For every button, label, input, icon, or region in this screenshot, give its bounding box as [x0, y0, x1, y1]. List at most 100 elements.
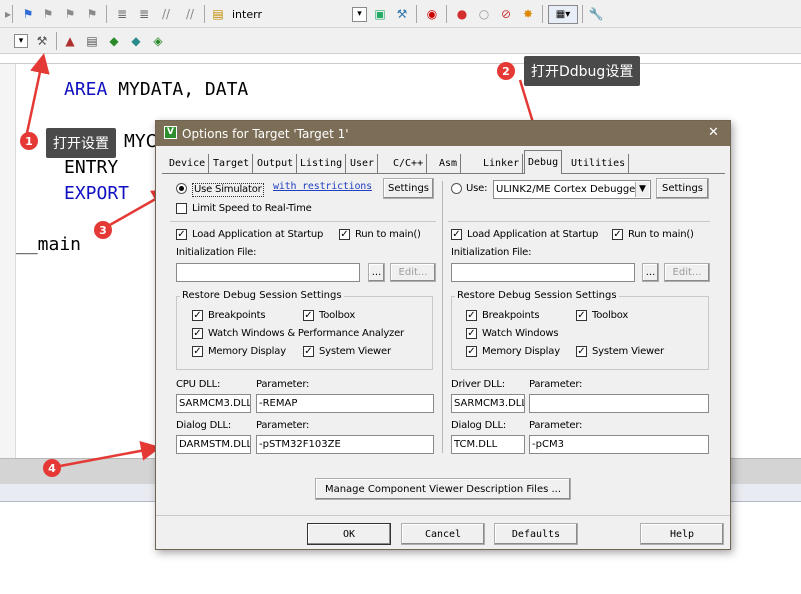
memory-display-checkbox[interactable]: ✓ [192, 346, 203, 357]
hw-dialog-parameter-label: Parameter: [529, 420, 583, 431]
dialog-parameter-input[interactable]: -pSTM32F103ZE [256, 435, 434, 454]
cpu-parameter-label: Parameter: [256, 379, 310, 390]
screenshot-root: ▸ ⚑ ⚑ ⚑ ⚑ ≣ ≣ // // ▤ interr ▾ ▣ ⚒ ◉ ● ○… [0, 0, 801, 594]
hw-init-file-browse-button[interactable]: ... [642, 263, 659, 282]
use-simulator-label[interactable]: Use Simulator [192, 183, 264, 197]
system-viewer-checkbox[interactable]: ✓ [303, 346, 314, 357]
init-file-label: Initialization File: [176, 247, 257, 258]
limit-speed-label: Limit Speed to Real-Time [192, 203, 312, 214]
driver-parameter-input[interactable] [529, 394, 709, 413]
dialog-parameter-label: Parameter: [256, 420, 310, 431]
tab-debug[interactable]: Debug [524, 150, 563, 174]
use-simulator-radio[interactable] [176, 183, 187, 194]
run-to-main-label: Run to main() [355, 229, 421, 240]
annotation-badge-3: 3 [94, 221, 112, 239]
tab-c-cpp[interactable]: C/C++ [390, 154, 428, 173]
hw-breakpoints-checkbox[interactable]: ✓ [466, 310, 477, 321]
tab-target[interactable]: Target [210, 154, 254, 173]
hw-dialog-dll-label: Dialog DLL: [451, 420, 507, 431]
left-separator [170, 221, 436, 222]
dialog-dll-input[interactable]: DARMSTM.DLL [176, 435, 251, 454]
hw-memory-display-checkbox[interactable]: ✓ [466, 346, 477, 357]
hw-run-to-main-checkbox[interactable]: ✓ [612, 229, 623, 240]
hw-restore-debug-group-title: Restore Debug Session Settings [455, 290, 619, 302]
hw-dialog-parameter-input[interactable]: -pCM3 [529, 435, 709, 454]
hw-system-viewer-label: System Viewer [592, 346, 664, 357]
column-divider [442, 181, 443, 453]
tab-asm[interactable]: Asm [436, 154, 462, 173]
hw-memory-display-label: Memory Display [482, 346, 560, 357]
debugger-settings-button[interactable]: Settings [656, 178, 709, 199]
dialog-dll-label: Dialog DLL: [176, 420, 232, 431]
cancel-button[interactable]: Cancel [401, 523, 485, 545]
cpu-parameter-input[interactable]: -REMAP [256, 394, 434, 413]
button-bar-separator [156, 515, 730, 516]
breakpoints-label: Breakpoints [208, 310, 266, 321]
watch-windows-label: Watch Windows & Performance Analyzer [208, 328, 404, 339]
annotation-badge-1: 1 [20, 132, 38, 150]
init-file-input[interactable] [176, 263, 360, 282]
close-icon[interactable]: ✕ [708, 125, 719, 140]
chevron-down-icon[interactable]: ▼ [635, 182, 649, 197]
dialog-title-bar[interactable]: V Options for Target 'Target 1' ✕ [156, 121, 730, 146]
annotation-callout-1: 打开设置 [46, 128, 116, 158]
hw-toolbox-checkbox[interactable]: ✓ [576, 310, 587, 321]
driver-dll-input[interactable]: SARMCM3.DLL [451, 394, 525, 413]
hw-system-viewer-checkbox[interactable]: ✓ [576, 346, 587, 357]
tab-user[interactable]: User [347, 154, 379, 173]
hw-watch-windows-label: Watch Windows [482, 328, 559, 339]
restore-debug-group-title: Restore Debug Session Settings [180, 290, 344, 302]
debugger-select-value: ULINK2/ME Cortex Debugger [496, 184, 640, 195]
tab-listing[interactable]: Listing [297, 154, 347, 173]
options-dialog: V Options for Target 'Target 1' ✕ Device… [155, 120, 731, 550]
tab-linker[interactable]: Linker [480, 154, 524, 173]
watch-windows-checkbox[interactable]: ✓ [192, 328, 203, 339]
arrow-1 [25, 53, 50, 134]
hw-init-file-edit-button[interactable]: Edit... [664, 263, 710, 282]
driver-parameter-label: Parameter: [529, 379, 583, 390]
keil-logo-icon: V [164, 126, 177, 139]
tab-output[interactable]: Output [254, 154, 298, 173]
run-to-main-checkbox[interactable]: ✓ [339, 229, 350, 240]
defaults-button[interactable]: Defaults [494, 523, 578, 545]
hw-load-app-checkbox[interactable]: ✓ [451, 229, 462, 240]
with-restrictions-link[interactable]: with restrictions [273, 181, 372, 193]
simulator-settings-button[interactable]: Settings [383, 178, 434, 199]
hw-init-file-input[interactable] [451, 263, 635, 282]
cpu-dll-input[interactable]: SARMCM3.DLL [176, 394, 251, 413]
annotation-callout-2: 打开Ddbug设置 [524, 56, 641, 86]
hw-load-app-label: Load Application at Startup [467, 229, 599, 240]
limit-speed-checkbox[interactable] [176, 203, 187, 214]
system-viewer-label: System Viewer [319, 346, 391, 357]
driver-dll-label: Driver DLL: [451, 379, 505, 390]
hw-run-to-main-label: Run to main() [628, 229, 694, 240]
toolbox-label: Toolbox [319, 310, 356, 321]
arrow-4 [59, 440, 161, 468]
tab-strip-line [162, 173, 725, 174]
memory-display-label: Memory Display [208, 346, 286, 357]
annotation-badge-2: 2 [497, 62, 515, 80]
load-app-checkbox[interactable]: ✓ [176, 229, 187, 240]
use-debugger-label: Use: [466, 183, 488, 194]
hw-init-file-label: Initialization File: [451, 247, 532, 258]
cpu-dll-label: CPU DLL: [176, 379, 221, 390]
breakpoints-checkbox[interactable]: ✓ [192, 310, 203, 321]
help-button[interactable]: Help [640, 523, 724, 545]
ok-button[interactable]: OK [307, 523, 391, 545]
toolbox-checkbox[interactable]: ✓ [303, 310, 314, 321]
right-separator [448, 221, 710, 222]
hw-dialog-dll-input[interactable]: TCM.DLL [451, 435, 525, 454]
annotation-badge-4: 4 [43, 459, 61, 477]
init-file-browse-button[interactable]: ... [368, 263, 385, 282]
use-debugger-radio[interactable] [451, 183, 462, 194]
debugger-select[interactable]: ULINK2/ME Cortex Debugger ▼ [493, 180, 651, 199]
tab-device[interactable]: Device [166, 154, 210, 173]
hw-toolbox-label: Toolbox [592, 310, 629, 321]
tab-utilities[interactable]: Utilities [568, 154, 630, 173]
hw-watch-windows-checkbox[interactable]: ✓ [466, 328, 477, 339]
init-file-edit-button[interactable]: Edit... [390, 263, 436, 282]
hw-breakpoints-label: Breakpoints [482, 310, 540, 321]
load-app-label: Load Application at Startup [192, 229, 324, 240]
manage-component-viewer-button[interactable]: Manage Component Viewer Description File… [315, 478, 571, 500]
dialog-title: Options for Target 'Target 1' [182, 127, 349, 141]
